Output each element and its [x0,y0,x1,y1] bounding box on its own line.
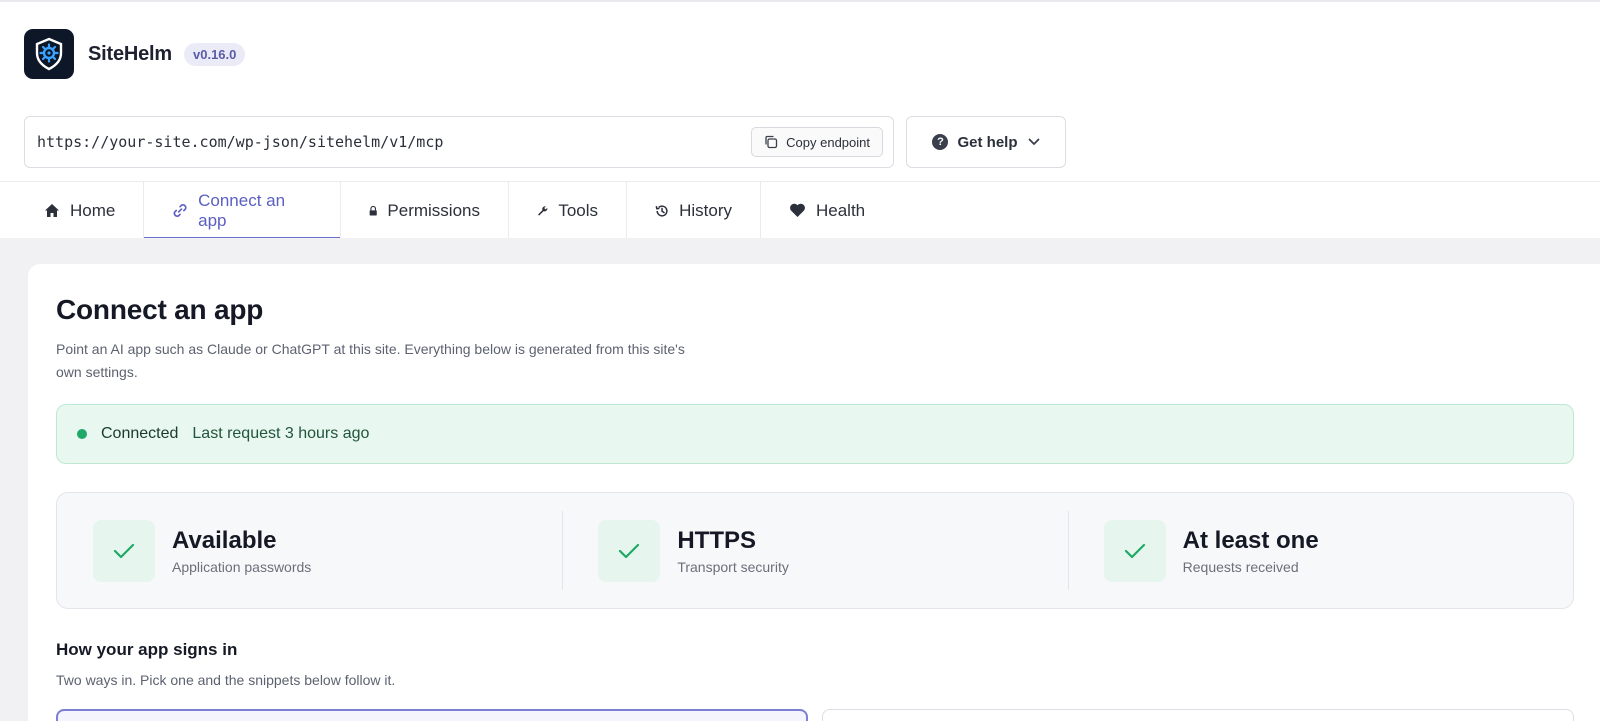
endpoint-url[interactable]: https://your-site.com/wp-json/sitehelm/v… [37,133,751,151]
tab-health[interactable]: Health [761,182,893,239]
tab-connect-an-app[interactable]: Connect an app [144,182,341,239]
history-icon [655,204,668,217]
signin-option[interactable] [822,709,1574,721]
chevron-down-icon [1028,138,1039,145]
wrench-icon [538,205,548,215]
check-subtitle: Application passwords [172,558,312,575]
check-icon [598,519,661,582]
check-title: Available [172,526,277,554]
link-icon [173,204,187,217]
check-icon [1103,519,1166,582]
brand: SiteHelm v0.16.0 [24,29,246,79]
version-badge: v0.16.0 [184,42,246,66]
tab-tools[interactable]: Tools [509,182,627,239]
check-subtitle: Requests received [1182,558,1299,575]
tab-health-label: Health [816,200,866,220]
check-subtitle: Transport security [677,558,789,575]
copy-endpoint-button[interactable]: Copy endpoint [751,127,883,157]
tab-tools-label: Tools [558,200,598,220]
signin-option-selected[interactable] [56,709,808,721]
heart-icon [790,203,805,217]
connection-status-banner: Connected Last request 3 hours ago [56,404,1574,464]
page-description: Point an AI app such as Claude or ChatGP… [56,341,685,380]
tab-connect-label: Connect an app [198,190,286,230]
status-label: Connected [101,425,179,442]
page-title: Connect an app [56,294,264,325]
app-name: SiteHelm [88,42,172,65]
tab-history[interactable]: History [627,182,761,239]
copy-endpoint-label: Copy endpoint [786,134,870,150]
check-item-application-passwords: Available Application passwords [57,493,562,608]
home-icon [45,204,59,217]
status-dot-icon [77,429,87,439]
question-icon: ? [932,134,949,150]
status-detail: Last request 3 hours ago [192,425,370,442]
get-help-label: Get help [957,133,1018,151]
top-border [0,0,1600,2]
tab-permissions[interactable]: Permissions [341,182,509,239]
copy-icon [765,135,778,149]
signin-section-description: Two ways in. Pick one and the snippets b… [56,672,396,688]
get-help-button[interactable]: ? Get help [906,116,1066,168]
check-item-requests: At least one Requests received [1067,493,1573,608]
check-title: HTTPS [677,526,756,554]
signin-section-title: How your app signs in [56,640,238,659]
readiness-checks: Available Application passwords HTTPS Tr… [56,492,1574,609]
shield-gear-icon [24,29,74,79]
lock-icon [369,205,377,216]
check-title: At least one [1182,526,1319,554]
check-item-https: HTTPS Transport security [562,493,1067,608]
endpoint-field[interactable]: https://your-site.com/wp-json/sitehelm/v… [24,116,894,168]
nav-tabs: Home Connect an app Permissions Tools Hi… [0,181,1600,239]
tab-history-label: History [679,200,732,220]
tab-permissions-label: Permissions [387,200,480,220]
check-icon [93,519,155,582]
tab-home[interactable]: Home [0,182,144,239]
tab-home-label: Home [70,200,116,220]
